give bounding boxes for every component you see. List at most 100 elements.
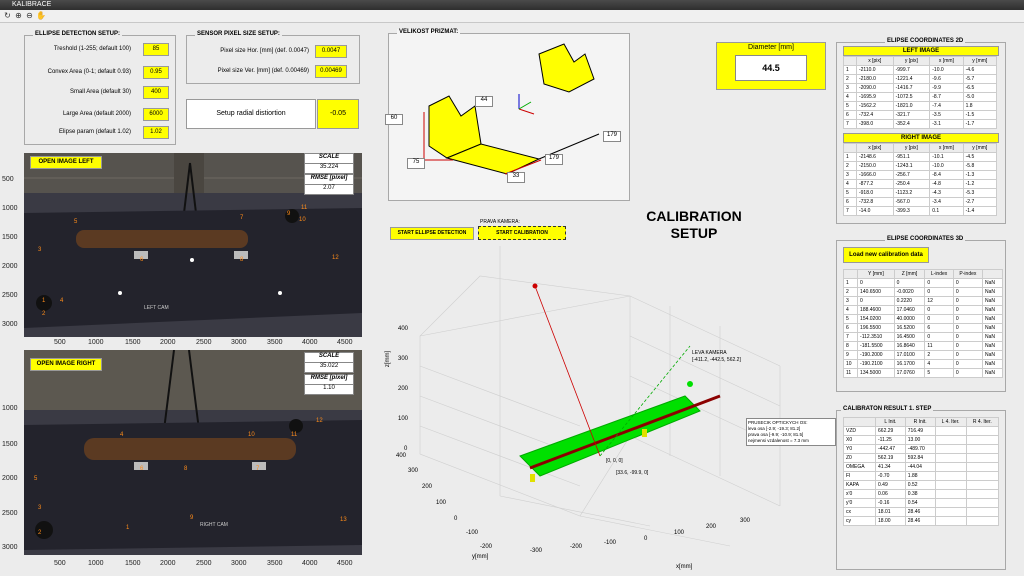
table-cell[interactable]: 6 — [843, 110, 857, 120]
table-cell[interactable]: 16.8640 — [893, 341, 926, 351]
table-cell[interactable]: 2 — [843, 161, 857, 171]
table-cell[interactable]: 562.19 — [875, 453, 906, 463]
table-cell[interactable]: -1416.7 — [892, 83, 931, 93]
table-cell[interactable]: 17.0100 — [893, 350, 926, 360]
table-cell[interactable] — [934, 453, 967, 463]
table-row[interactable]: FI -0.70 1.88 — [842, 471, 1000, 481]
table-cell[interactable]: 0 — [924, 314, 954, 324]
table-cell[interactable] — [934, 489, 967, 499]
table-cell[interactable] — [965, 462, 1000, 472]
table-cell[interactable]: 16.4500 — [893, 332, 926, 342]
table-cell[interactable]: 0.2220 — [893, 296, 926, 306]
table-cell[interactable]: NaN — [982, 341, 1003, 351]
table-cell[interactable]: -11.25 — [875, 435, 906, 445]
open-image-left-button[interactable]: OPEN IMAGE LEFT — [30, 156, 102, 169]
table-cell[interactable]: -951.1 — [892, 152, 931, 162]
table-cell[interactable]: 0 — [893, 278, 926, 288]
table-cell[interactable]: 0.06 — [875, 489, 906, 499]
table-cell[interactable]: -9.6 — [929, 74, 964, 84]
table-cell[interactable]: NaN — [982, 314, 1003, 324]
pixel-hor-input[interactable]: 0.0047 — [315, 45, 347, 58]
table-cell[interactable]: -1072.5 — [892, 92, 931, 102]
open-image-right-button[interactable]: OPEN IMAGE RIGHT — [30, 358, 102, 371]
table-cell[interactable]: -4.8 — [929, 179, 964, 189]
table-row[interactable]: 9 -190.2000 17.0100 2 0 NaN — [842, 350, 1003, 360]
table-cell[interactable]: -256.7 — [892, 170, 931, 180]
table-cell[interactable] — [965, 498, 1000, 508]
table-cell[interactable]: -190.2000 — [857, 350, 895, 360]
table-cell[interactable] — [965, 507, 1000, 517]
table-cell[interactable] — [934, 444, 967, 454]
table-cell[interactable]: -0.0020 — [893, 287, 926, 297]
table-row[interactable]: 4 188.4600 17.0460 0 0 NaN — [842, 305, 1003, 315]
table-cell[interactable]: 7 — [843, 119, 857, 129]
table-row[interactable]: 5 154.0200 40.0000 0 0 NaN — [842, 314, 1003, 324]
table-cell[interactable]: -1.2 — [962, 179, 998, 189]
table-cell[interactable]: -190.2100 — [857, 359, 895, 369]
table-cell[interactable]: 6 — [843, 197, 857, 207]
load-calibration-button[interactable]: Load new calibration data — [843, 247, 929, 263]
table-cell[interactable]: 0.1 — [929, 206, 964, 216]
table-cell[interactable]: 28.46 — [904, 507, 936, 517]
table-cell[interactable]: cy — [842, 516, 877, 526]
table-cell[interactable] — [934, 507, 967, 517]
table-cell[interactable]: -5.7 — [962, 74, 998, 84]
table-cell[interactable]: 40.0000 — [893, 314, 926, 324]
table-cell[interactable]: 5 — [843, 188, 857, 198]
table-row[interactable]: 7 -14.0 -399.3 0.1 -1.4 — [843, 206, 998, 216]
table-cell[interactable]: -4.6 — [962, 65, 998, 75]
convex-area-input[interactable]: 0.95 — [143, 66, 169, 79]
table-cell[interactable]: -1123.2 — [892, 188, 931, 198]
table-cell[interactable]: -2090.0 — [855, 83, 894, 93]
table-cell[interactable]: -10.1 — [929, 152, 964, 162]
table-cell[interactable]: cx — [842, 507, 877, 517]
table-row[interactable]: cy 18.00 28.46 — [842, 516, 1000, 526]
table-cell[interactable]: 196.5500 — [857, 323, 895, 333]
table-cell[interactable]: NaN — [982, 323, 1003, 333]
table-cell[interactable]: 2 — [843, 74, 857, 84]
table-cell[interactable]: -1562.2 — [855, 101, 894, 111]
table-cell[interactable] — [934, 516, 967, 526]
small-area-input[interactable]: 400 — [143, 86, 169, 99]
table-cell[interactable]: -1666.0 — [855, 170, 894, 180]
table-cell[interactable]: 0.54 — [904, 498, 936, 508]
table-cell[interactable]: 28.46 — [904, 516, 936, 526]
table-cell[interactable]: -2150.0 — [855, 161, 894, 171]
table-cell[interactable]: -5.8 — [962, 161, 998, 171]
zoom-in-icon[interactable]: ⊕ — [14, 11, 23, 20]
start-calibration-button[interactable]: START CALIBRATION — [478, 226, 566, 240]
table-cell[interactable]: NaN — [982, 305, 1003, 315]
table-cell[interactable]: NaN — [982, 359, 1003, 369]
table-cell[interactable]: -10.0 — [929, 161, 964, 171]
table-cell[interactable]: 0 — [952, 332, 984, 342]
table-cell[interactable]: -918.0 — [855, 188, 894, 198]
table-cell[interactable]: -8.4 — [929, 170, 964, 180]
table-cell[interactable]: 716.49 — [904, 426, 936, 436]
table-cell[interactable]: NaN — [982, 287, 1003, 297]
table-row[interactable]: 2 140.6500 -0.0020 0 0 NaN — [842, 287, 1003, 297]
radial-value-input[interactable]: -0.05 — [317, 99, 359, 129]
table-cell[interactable]: 41.34 — [875, 462, 906, 472]
table-cell[interactable]: 4 — [843, 92, 857, 102]
table-cell[interactable]: -3.4 — [929, 197, 964, 207]
table-cell[interactable]: -1.7 — [962, 119, 998, 129]
table-cell[interactable]: 0 — [952, 350, 984, 360]
table-row[interactable]: 10 -190.2100 16.1700 4 0 NaN — [842, 359, 1003, 369]
table-cell[interactable]: 0.52 — [904, 480, 936, 490]
table-cell[interactable]: 10 — [842, 359, 859, 369]
table-cell[interactable]: 0 — [924, 278, 954, 288]
table-cell[interactable]: -1695.9 — [855, 92, 894, 102]
large-area-input[interactable]: 6000 — [143, 108, 169, 121]
table-cell[interactable]: 16.1700 — [893, 359, 926, 369]
table-cell[interactable]: -1.4 — [962, 206, 998, 216]
table-cell[interactable]: 9 — [842, 350, 859, 360]
table-cell[interactable]: 5 — [843, 101, 857, 111]
table-cell[interactable]: 5 — [842, 314, 859, 324]
table-cell[interactable]: 12 — [924, 296, 954, 306]
table-cell[interactable]: -999.7 — [892, 65, 931, 75]
table-row[interactable]: X0 -11.25 13.00 — [842, 435, 1000, 445]
table-cell[interactable]: 13.00 — [904, 435, 936, 445]
table-cell[interactable]: -399.3 — [892, 206, 931, 216]
diameter-value[interactable]: 44.5 — [735, 55, 807, 81]
table-row[interactable]: 3 -2090.0 -1416.7 -9.9 -6.5 — [843, 83, 998, 93]
